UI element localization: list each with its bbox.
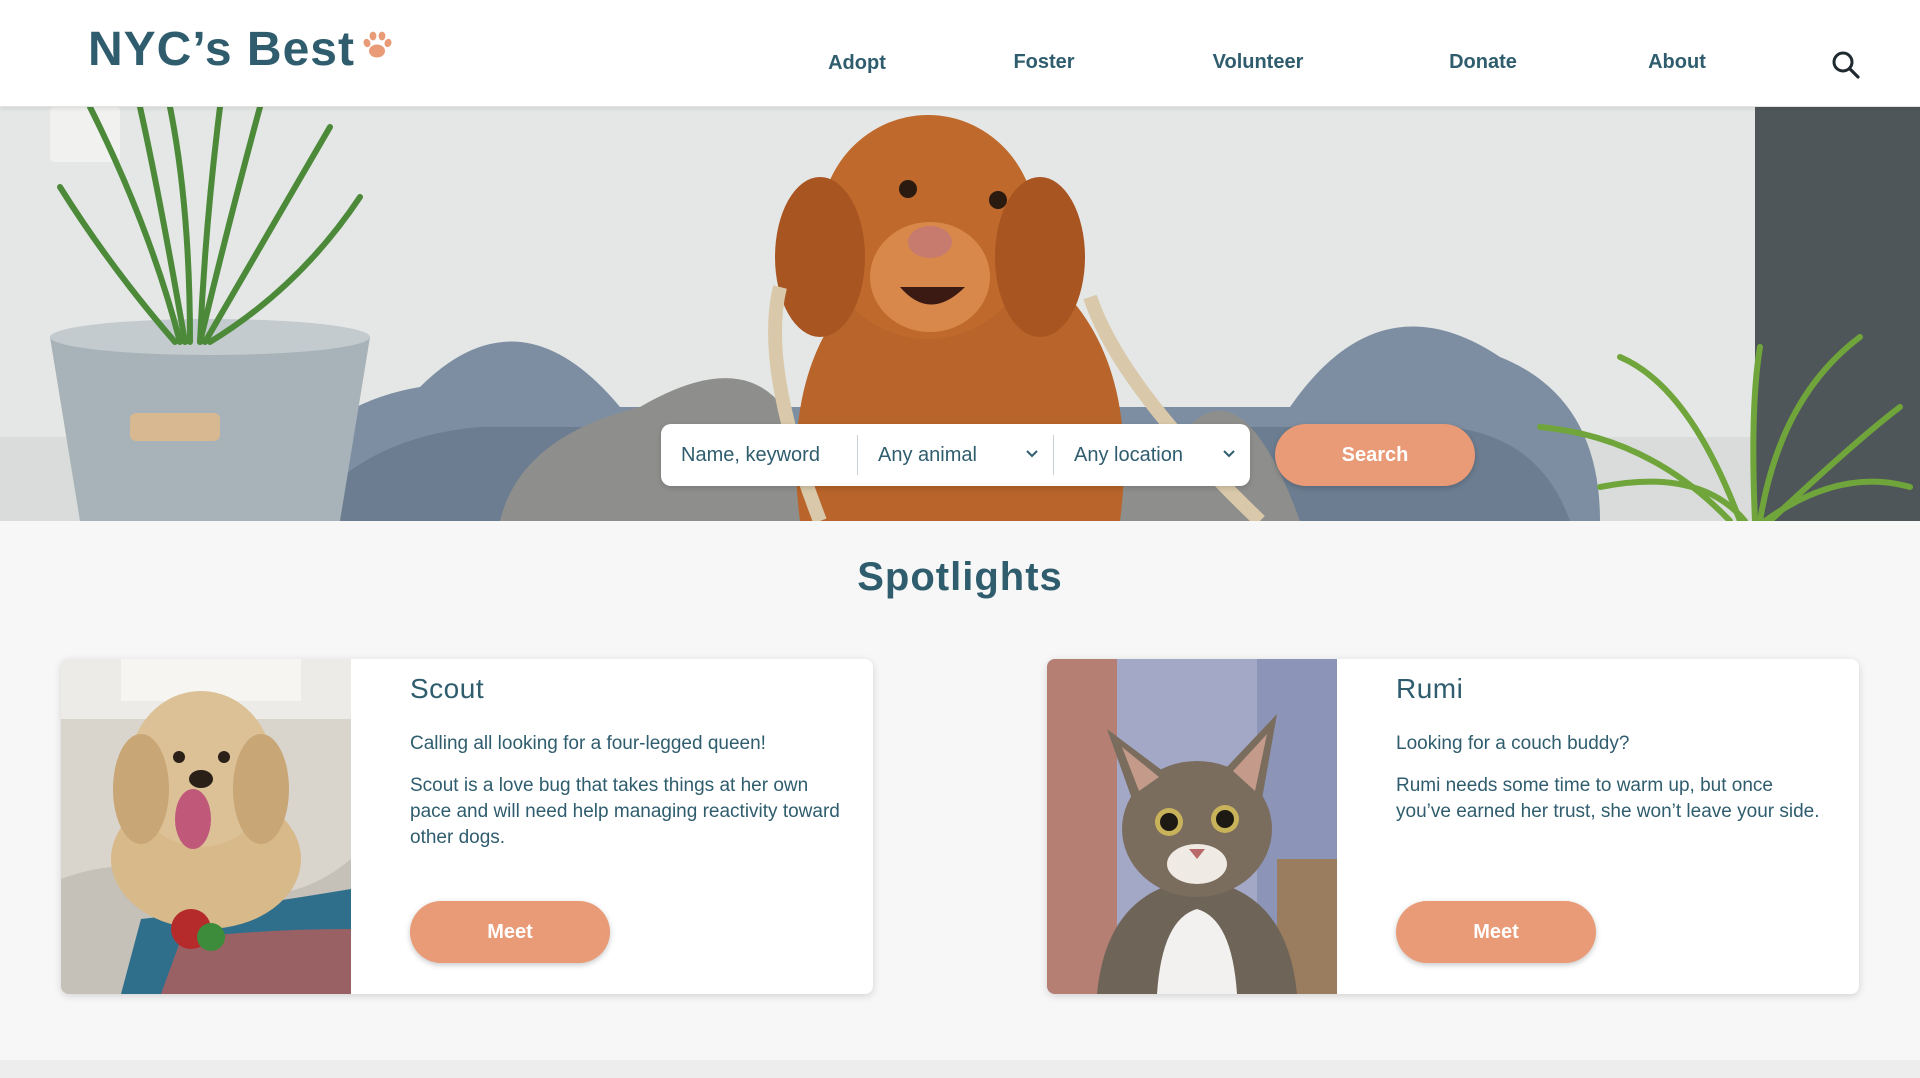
rumi-photo [1047, 659, 1337, 994]
spotlight-card-rumi: Rumi Looking for a couch buddy? Rumi nee… [1047, 659, 1859, 994]
nav-donate[interactable]: Donate [1449, 51, 1517, 74]
site-header: NYC’s Best Adopt Foster Volunteer Donate… [0, 0, 1920, 107]
spotlights-title: Spotlights [857, 555, 1063, 599]
nav-about[interactable]: About [1648, 51, 1706, 74]
chevron-down-icon [1223, 450, 1235, 458]
pet-description: Rumi needs some time to warm up, but onc… [1396, 775, 1820, 822]
pet-description: Scout is a love bug that takes things at… [410, 775, 840, 848]
keyword-field[interactable] [661, 435, 857, 475]
search-button[interactable]: Search [1275, 424, 1475, 486]
animal-select-value: Any animal [878, 443, 977, 466]
main-nav: Adopt Foster Volunteer Donate About [0, 51, 1920, 82]
pet-search-bar: Any animal Any location [661, 424, 1250, 486]
footer-strip [0, 1060, 1920, 1078]
pet-name: Scout [410, 673, 485, 704]
keyword-input[interactable] [681, 443, 841, 467]
location-select[interactable]: Any location [1053, 435, 1250, 475]
pet-tagline: Looking for a couch buddy? [1396, 733, 1630, 754]
spotlight-card-scout: Scout Calling all looking for a four-leg… [61, 659, 873, 994]
dog-photo-image [61, 659, 351, 994]
location-select-value: Any location [1074, 443, 1183, 466]
meet-button[interactable]: Meet [1396, 901, 1596, 963]
pet-tagline: Calling all looking for a four-legged qu… [410, 733, 766, 754]
cat-photo-image [1047, 659, 1337, 994]
meet-button[interactable]: Meet [410, 901, 610, 963]
nav-foster[interactable]: Foster [1013, 51, 1074, 74]
nav-adopt[interactable]: Adopt [828, 52, 886, 75]
search-icon[interactable] [1831, 50, 1861, 80]
pet-name: Rumi [1396, 673, 1464, 704]
scout-photo [61, 659, 351, 994]
animal-select[interactable]: Any animal [857, 435, 1053, 475]
nav-volunteer[interactable]: Volunteer [1213, 51, 1304, 74]
chevron-down-icon [1026, 450, 1038, 458]
